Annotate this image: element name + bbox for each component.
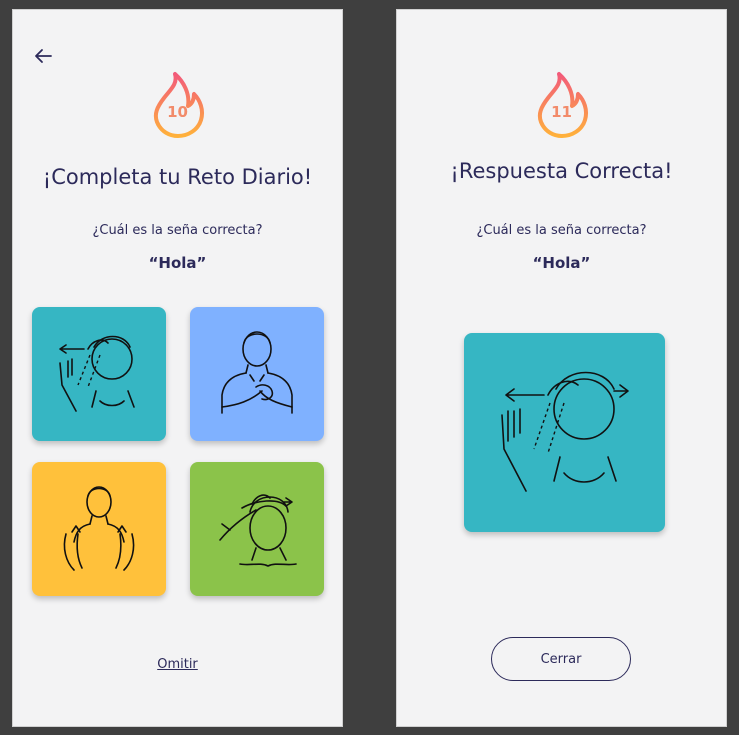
streak-flame-icon: 10 xyxy=(148,70,208,140)
sign-hand-forehead-icon xyxy=(219,494,297,567)
result-screen: 11 ¡Respuesta Correcta! ¿Cuál es la seña… xyxy=(396,9,727,727)
question-text: ¿Cuál es la seña correcta? xyxy=(92,223,263,238)
sign-option-4[interactable] xyxy=(190,462,324,596)
streak-count: 10 xyxy=(167,103,188,121)
streak-count: 11 xyxy=(551,103,572,121)
back-arrow-icon[interactable] xyxy=(31,44,55,68)
streak-flame-icon: 11 xyxy=(532,70,592,140)
sign-option-2[interactable] xyxy=(190,307,324,441)
close-button[interactable]: Cerrar xyxy=(491,637,631,681)
sign-option-1[interactable] xyxy=(32,307,166,441)
sign-wave-hello-icon xyxy=(501,371,629,492)
sign-hands-chest-icon xyxy=(221,331,293,414)
result-title: ¡Respuesta Correcta! xyxy=(450,159,673,183)
page-title: ¡Completa tu Reto Diario! xyxy=(42,165,313,189)
sign-hands-up-icon xyxy=(63,486,135,571)
question-text: ¿Cuál es la seña correcta? xyxy=(476,223,647,238)
target-word: “Hola” xyxy=(148,254,207,272)
target-word: “Hola” xyxy=(532,254,591,272)
skip-link[interactable]: Omitir xyxy=(157,657,198,672)
sign-wave-hello-icon xyxy=(59,335,135,412)
challenge-screen: 10 ¡Completa tu Reto Diario! ¿Cuál es la… xyxy=(12,9,343,727)
sign-option-3[interactable] xyxy=(32,462,166,596)
correct-sign-card xyxy=(464,333,665,532)
